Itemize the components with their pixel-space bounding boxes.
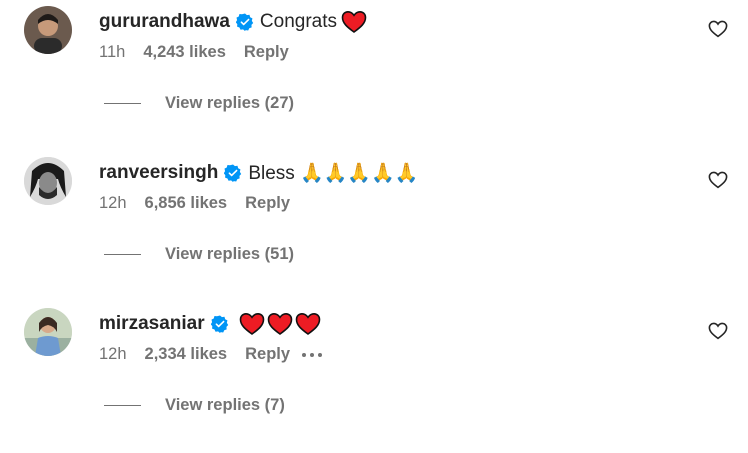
comment-username[interactable]: gururandhawa (99, 11, 230, 33)
comment-likes[interactable]: 6,856 likes (145, 194, 228, 213)
view-replies[interactable]: View replies (7) (104, 396, 285, 415)
comment-hearts (341, 10, 367, 34)
comment-text: Congrats (259, 11, 338, 32)
avatar-image (24, 157, 72, 205)
comment-likes[interactable]: 2,334 likes (145, 345, 228, 364)
reply-button[interactable]: Reply (244, 43, 289, 62)
comment-username[interactable]: ranveersingh (99, 162, 218, 184)
avatar-image (24, 6, 72, 54)
red-heart-icon (267, 312, 292, 335)
verified-badge-icon (210, 315, 228, 333)
replies-divider (104, 103, 141, 104)
avatar-image (24, 308, 72, 356)
red-heart-icon (239, 312, 264, 335)
view-replies[interactable]: View replies (27) (104, 94, 294, 113)
comment-item: mirzasaniar 12h 2,334 likes Reply View r… (0, 302, 748, 453)
avatar[interactable] (24, 308, 72, 356)
reply-button[interactable]: Reply (245, 194, 290, 213)
comment-username[interactable]: mirzasaniar (99, 313, 205, 335)
comment-text: Bless 🙏🙏🙏🙏🙏 (248, 163, 419, 184)
comment-likes[interactable]: 4,243 likes (143, 43, 226, 62)
avatar[interactable] (24, 157, 72, 205)
like-heart-icon[interactable] (708, 20, 728, 38)
reply-button[interactable]: Reply (245, 345, 290, 364)
red-heart-icon (341, 10, 367, 33)
comment-item: ranveersingh Bless 🙏🙏🙏🙏🙏 12h 6,856 likes… (0, 151, 748, 302)
view-replies-button[interactable]: View replies (7) (165, 396, 285, 415)
verified-badge-icon (235, 13, 254, 31)
comment-time: 11h (99, 43, 126, 61)
replies-divider (104, 405, 141, 406)
verified-badge-icon (224, 164, 242, 182)
view-replies-button[interactable]: View replies (51) (165, 245, 294, 264)
comment-item: gururandhawa Congrats 11h 4,243 likes Re… (0, 0, 748, 151)
comment-meta: 12h 6,856 likes Reply (99, 194, 308, 213)
view-replies-button[interactable]: View replies (27) (165, 94, 294, 113)
comment-meta: 11h 4,243 likes Reply (99, 43, 307, 62)
more-options-icon[interactable] (302, 352, 323, 357)
like-heart-icon[interactable] (708, 171, 728, 189)
comment-time: 12h (99, 194, 127, 212)
comment-hearts (239, 312, 321, 336)
avatar[interactable] (24, 6, 72, 54)
like-heart-icon[interactable] (708, 322, 728, 340)
comment-time: 12h (99, 345, 127, 363)
comment-meta: 12h 2,334 likes Reply (99, 345, 323, 364)
view-replies[interactable]: View replies (51) (104, 245, 294, 264)
red-heart-icon (295, 312, 320, 335)
replies-divider (104, 254, 141, 255)
